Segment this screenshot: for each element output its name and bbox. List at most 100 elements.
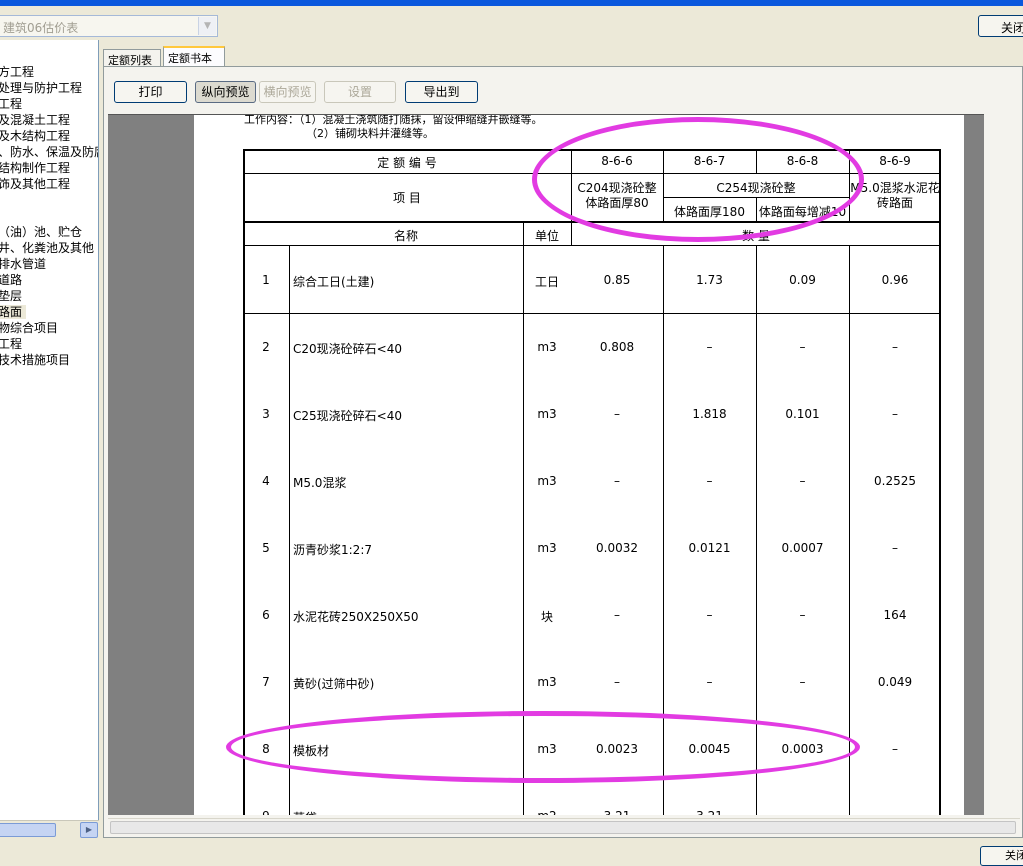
quantity-value: – bbox=[706, 474, 713, 488]
tree-item[interactable]: 结构制作工程 bbox=[0, 161, 70, 175]
quantity-value: 164 bbox=[883, 608, 907, 622]
quantity-value: – bbox=[706, 340, 713, 354]
row-number: 4 bbox=[262, 474, 270, 488]
resource-unit: m3 bbox=[537, 541, 557, 555]
quantity-value: – bbox=[614, 407, 620, 421]
tree-item[interactable]: 方工程 bbox=[0, 65, 34, 79]
tree-horizontal-scrollbar[interactable]: ▶ bbox=[0, 820, 99, 838]
tree-item[interactable]: 排水管道 bbox=[0, 257, 46, 271]
annotation-ellipse-row bbox=[226, 711, 860, 783]
print-button[interactable]: 打印 bbox=[114, 81, 187, 103]
tree-item[interactable]: 处理与防护工程 bbox=[0, 81, 82, 95]
tree-item[interactable]: 及木结构工程 bbox=[0, 129, 70, 143]
quantity-value: – bbox=[799, 608, 806, 622]
quantity-value: 0.101 bbox=[785, 407, 820, 421]
annotation-ellipse-header bbox=[532, 117, 864, 242]
quantity-value: 0.808 bbox=[599, 340, 635, 354]
quantity-value: – bbox=[799, 340, 806, 354]
row-number: 1 bbox=[262, 273, 270, 287]
row-number: 9 bbox=[243, 809, 289, 815]
resource-unit: 块 bbox=[540, 610, 553, 624]
quantity-value: – bbox=[892, 541, 898, 555]
quantity-value: – bbox=[706, 675, 713, 689]
quota-code-label: 定 额 编 号 bbox=[377, 156, 437, 170]
resource-unit: 工日 bbox=[534, 275, 559, 289]
item-label: 项 目 bbox=[393, 191, 421, 205]
scroll-thumb[interactable] bbox=[110, 821, 1016, 834]
quantity-value: 3.21 bbox=[571, 809, 663, 815]
tree-item[interactable]: 物综合项目 bbox=[0, 321, 58, 335]
quantity-value: 0.0007 bbox=[781, 541, 824, 555]
quantity-value: – bbox=[614, 474, 620, 488]
tree-item[interactable]: 工程 bbox=[0, 337, 22, 351]
scroll-thumb[interactable] bbox=[0, 823, 56, 837]
quantity-value: – bbox=[892, 340, 898, 354]
name-column-header: 名称 bbox=[393, 229, 418, 243]
resource-name: 水泥花砖250X250X50 bbox=[293, 610, 419, 624]
resource-name: C20现浇砼碎石<40 bbox=[293, 342, 402, 356]
tree-item[interactable]: 路面 bbox=[0, 305, 27, 319]
tree-item[interactable]: 垫层 bbox=[0, 289, 22, 303]
landscape-preview-button[interactable]: 横向预览 bbox=[259, 81, 316, 103]
quantity-value: 0.2525 bbox=[874, 474, 916, 488]
resource-name: 黄砂(过筛中砂) bbox=[293, 677, 375, 691]
work-content-line2: （2）铺砌块料并灌缝等。 bbox=[306, 127, 434, 140]
resource-unit: m3 bbox=[537, 340, 557, 354]
tree-item[interactable]: 井、化粪池及其他 bbox=[0, 241, 94, 255]
tab-quota-book[interactable]: 定额书本 bbox=[163, 46, 225, 67]
tree-item[interactable]: 、防水、保温及防腐 bbox=[0, 145, 98, 159]
document-viewer[interactable]: 工作内容：（1）混凝土浇筑随打随抹，留设伸缩缝并嵌缝等。 （2）铺砌块料并灌缝等… bbox=[108, 114, 984, 815]
quantity-value: – bbox=[614, 675, 620, 689]
quantity-value: 0.0121 bbox=[688, 541, 731, 555]
tree-item[interactable]: 工程 bbox=[0, 97, 22, 111]
resource-name: 综合工日(土建) bbox=[293, 275, 375, 289]
quantity-value: 3.21 bbox=[663, 809, 756, 815]
close-button-bottom[interactable]: 关闭 bbox=[980, 846, 1023, 866]
quantity-value: 0.96 bbox=[881, 273, 909, 287]
quantity-value: 1.73 bbox=[696, 273, 723, 287]
export-button[interactable]: 导出到 bbox=[405, 81, 478, 103]
quota-code: 8-6-9 bbox=[879, 154, 911, 168]
tab-quota-list[interactable]: 定额列表 bbox=[103, 49, 161, 67]
row-number: 5 bbox=[262, 541, 270, 555]
quantity-value: – bbox=[799, 675, 806, 689]
quantity-value: – bbox=[706, 608, 713, 622]
portrait-preview-button[interactable]: 纵向预览 bbox=[195, 81, 256, 103]
tree-item[interactable]: 道路 bbox=[0, 273, 22, 287]
resource-unit: m2 bbox=[523, 809, 571, 815]
quantity-value: – bbox=[892, 407, 898, 421]
chevron-down-icon[interactable]: ▼ bbox=[198, 17, 216, 35]
resource-name: M5.0混浆 bbox=[293, 476, 347, 490]
scroll-right-icon[interactable]: ▶ bbox=[80, 822, 98, 838]
resource-unit: m3 bbox=[537, 474, 557, 488]
ratebook-select[interactable]: 建筑06估价表 ▼ bbox=[0, 15, 218, 37]
quantity-value: 0.049 bbox=[877, 675, 913, 689]
tree-item[interactable]: 饰及其他工程 bbox=[0, 177, 70, 191]
row-number: 2 bbox=[262, 340, 270, 354]
quantity-value: 0.85 bbox=[603, 273, 631, 287]
row-number: 3 bbox=[262, 407, 270, 421]
table-rule bbox=[243, 245, 941, 246]
window-titlebar bbox=[0, 0, 1023, 6]
quantity-value: 0.0032 bbox=[596, 541, 638, 555]
tree-item[interactable]: 技术措施项目 bbox=[0, 353, 70, 367]
resource-name: C25现浇砼碎石<40 bbox=[293, 409, 402, 423]
ratebook-select-value: 建筑06估价表 bbox=[3, 21, 79, 35]
tree-item[interactable]: （油）池、贮仓 bbox=[0, 225, 82, 239]
quantity-value: – bbox=[799, 474, 806, 488]
row-number: 7 bbox=[262, 675, 270, 689]
resource-name: 沥青砂浆1:2:7 bbox=[293, 543, 372, 557]
table-rule bbox=[243, 313, 941, 314]
viewer-vertical-scrollbar[interactable] bbox=[984, 114, 1000, 814]
settings-button[interactable]: 设置 bbox=[324, 81, 396, 103]
quantity-value: 0.09 bbox=[789, 273, 816, 287]
quantity-value: 1.818 bbox=[692, 407, 727, 421]
close-button[interactable]: 关闭 bbox=[978, 15, 1023, 37]
table-rule bbox=[849, 245, 850, 815]
viewer-horizontal-scrollbar[interactable] bbox=[108, 818, 1020, 835]
chapter-tree: 方工程 处理与防护工程 工程 及混凝土工程 及木结构工程 、防水、保温及防腐 结构制作工程饰… bbox=[0, 40, 99, 827]
resource-name: 草袋 bbox=[293, 809, 519, 815]
unit-column-header: 单位 bbox=[534, 229, 559, 243]
quantity-value: – bbox=[892, 742, 898, 756]
tree-item[interactable]: 及混凝土工程 bbox=[0, 113, 70, 127]
